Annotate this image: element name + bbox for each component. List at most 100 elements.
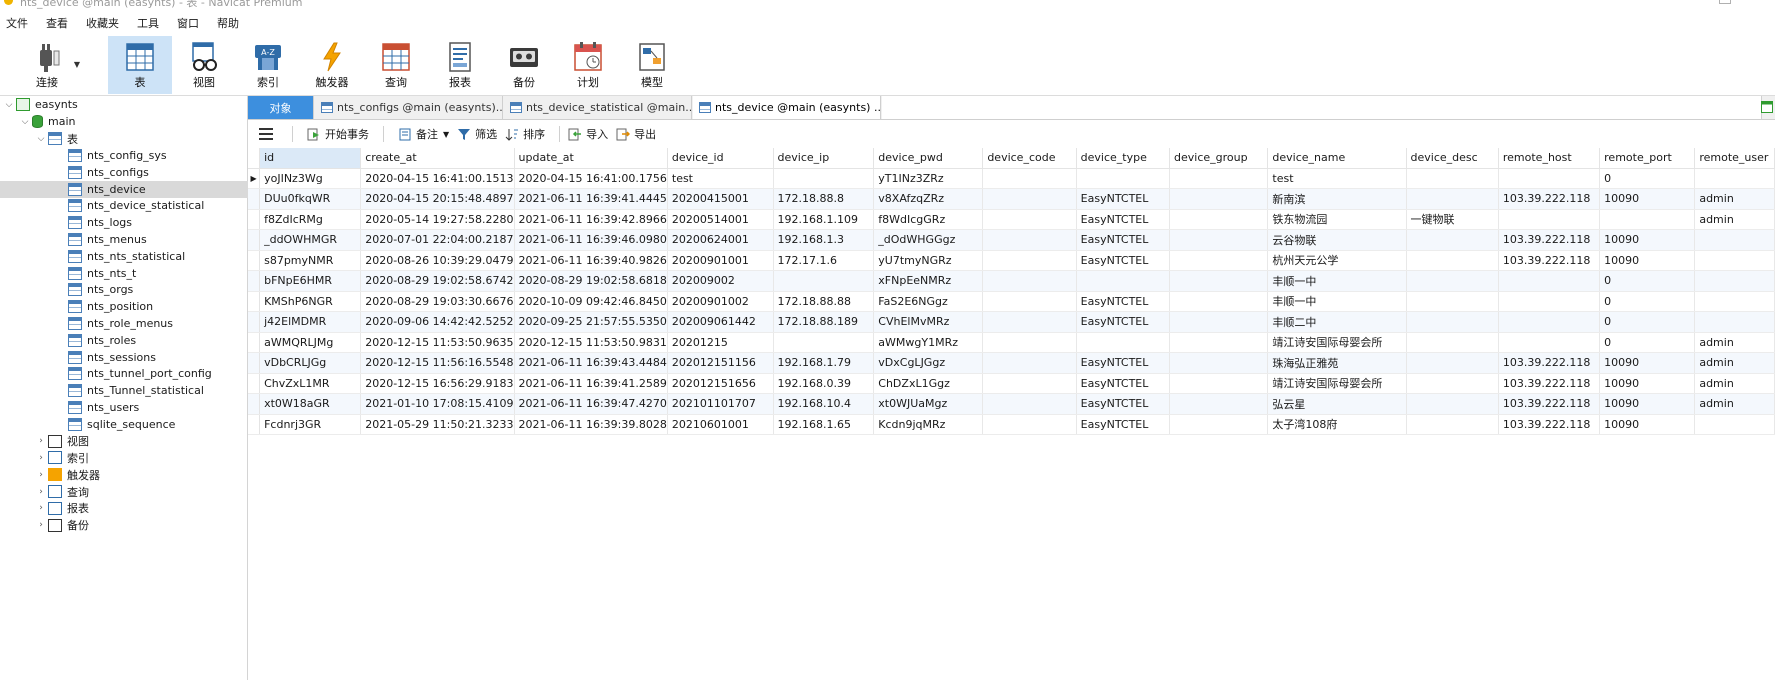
table-cell[interactable]: xt0WJUaMgz <box>873 393 984 415</box>
column-header[interactable]: create_at <box>360 148 515 169</box>
table-cell[interactable]: EasyNTCTEL <box>1076 229 1171 251</box>
table-cell[interactable]: 珠海弘正雅苑 <box>1267 352 1407 374</box>
table-cell[interactable] <box>1169 270 1269 292</box>
table-cell[interactable]: f8WdIcgGRz <box>873 209 984 230</box>
table-cell[interactable] <box>1169 414 1269 435</box>
table-cell[interactable]: aWMwgY1MRz <box>873 332 984 353</box>
column-header[interactable]: device_ip <box>773 148 875 169</box>
table-cell[interactable]: admin <box>1694 393 1775 415</box>
column-header[interactable]: id <box>259 148 362 169</box>
table-cell[interactable]: 2021-01-10 17:08:15.4109 <box>360 393 515 415</box>
table-cell[interactable]: 20201215 <box>667 332 774 353</box>
expand-toggle-icon[interactable]: › <box>36 503 46 513</box>
table-icon[interactable] <box>1761 101 1773 113</box>
table-cell[interactable]: 2021-06-11 16:39:46.0980 <box>514 229 668 251</box>
table-cell[interactable] <box>1694 291 1775 312</box>
table-cell[interactable] <box>1169 291 1269 312</box>
table-cell[interactable] <box>1169 250 1269 271</box>
sidebar-table-item[interactable]: nts_tunnel_port_config <box>0 365 248 382</box>
table-cell[interactable]: 103.39.222.118 <box>1498 393 1601 415</box>
table-row[interactable]: bFNpE6HMR 2020-08-29 19:02:58.6742 2020-08… <box>248 270 1775 292</box>
table-row[interactable]: f8ZdIcRMg 2020-05-14 19:27:58.2280 2021-06… <box>248 209 1775 230</box>
menu-file[interactable]: 文件 <box>4 15 38 31</box>
sidebar-table-item[interactable]: nts_users <box>0 399 248 416</box>
menu-favorites[interactable]: 收藏夹 <box>84 15 129 31</box>
table-cell[interactable]: 192.168.0.39 <box>773 373 875 394</box>
table-cell[interactable] <box>982 229 1077 251</box>
table-cell[interactable]: 10090 <box>1599 188 1696 210</box>
table-cell[interactable]: 太子湾108府 <box>1267 414 1407 435</box>
table-cell[interactable]: 202012151156 <box>667 352 774 374</box>
table-cell[interactable]: 0 <box>1599 332 1696 353</box>
table-cell[interactable] <box>1694 250 1775 271</box>
table-cell[interactable]: admin <box>1694 188 1775 210</box>
table-cell[interactable]: admin <box>1694 373 1775 394</box>
column-header[interactable]: device_pwd <box>873 148 984 169</box>
row-gutter[interactable] <box>248 270 261 292</box>
table-cell[interactable]: admin <box>1694 352 1775 374</box>
table-cell[interactable] <box>1169 373 1269 394</box>
expand-toggle-icon[interactable]: › <box>36 436 46 446</box>
table-cell[interactable]: 103.39.222.118 <box>1498 414 1601 435</box>
table-cell[interactable]: 2021-06-11 16:39:41.2589 <box>514 373 668 394</box>
column-header[interactable]: update_at <box>514 148 668 169</box>
table-cell[interactable] <box>982 250 1077 271</box>
table-cell[interactable]: 靖江诗安国际母婴会所 <box>1267 373 1407 394</box>
expand-toggle-icon[interactable]: › <box>36 470 46 480</box>
table-cell[interactable]: 2021-06-11 16:39:47.4270 <box>514 393 668 415</box>
table-cell[interactable] <box>982 332 1077 353</box>
table-cell[interactable] <box>982 393 1077 415</box>
table-row[interactable]: xt0W18aGR 2021-01-10 17:08:15.4109 2021-06… <box>248 393 1775 415</box>
table-cell[interactable]: xt0W18aGR <box>259 393 362 415</box>
table-cell[interactable]: test <box>667 168 774 189</box>
table-cell[interactable]: 丰顺一中 <box>1267 270 1407 292</box>
row-gutter[interactable] <box>248 414 261 435</box>
table-cell[interactable]: 2020-08-29 19:02:58.6818 <box>514 270 668 292</box>
schedule-button[interactable]: 计划 <box>556 36 620 94</box>
table-cell[interactable]: 2020-08-26 10:39:29.0479 <box>360 250 515 271</box>
table-cell[interactable] <box>1169 332 1269 353</box>
table-cell[interactable] <box>1406 414 1499 435</box>
table-cell[interactable]: 20200624001 <box>667 229 774 251</box>
tab-nts-configs[interactable]: nts_configs @main (easynts)... <box>315 96 503 119</box>
sidebar-table-item[interactable]: nts_configs <box>0 164 248 181</box>
trigger-button[interactable]: 触发器 <box>300 36 364 94</box>
table-cell[interactable]: KMShP6NGR <box>259 291 362 312</box>
table-cell[interactable] <box>1498 291 1601 312</box>
table-cell[interactable]: EasyNTCTEL <box>1076 209 1171 230</box>
table-cell[interactable]: 20200901002 <box>667 291 774 312</box>
column-header[interactable]: device_group <box>1169 148 1269 169</box>
table-cell[interactable]: 20200901001 <box>667 250 774 271</box>
table-cell[interactable]: Kcdn9jqMRz <box>873 414 984 435</box>
sort-button[interactable]: 排序 <box>505 126 545 142</box>
table-cell[interactable] <box>1498 270 1601 292</box>
tree-tables-group[interactable]: ⌵ 表 <box>0 130 248 147</box>
row-gutter[interactable] <box>248 291 261 312</box>
table-cell[interactable]: test <box>1267 168 1407 189</box>
table-cell[interactable]: 0 <box>1599 270 1696 292</box>
table-cell[interactable]: 192.168.1.3 <box>773 229 875 251</box>
sidebar-table-item[interactable]: nts_sessions <box>0 349 248 366</box>
table-cell[interactable] <box>982 188 1077 210</box>
table-cell[interactable] <box>1498 332 1601 353</box>
table-cell[interactable]: 20200514001 <box>667 209 774 230</box>
table-cell[interactable]: 103.39.222.118 <box>1498 250 1601 271</box>
table-cell[interactable] <box>1406 291 1499 312</box>
table-cell[interactable]: 2020-04-15 16:41:00.1513 <box>360 168 515 189</box>
table-cell[interactable]: EasyNTCTEL <box>1076 414 1171 435</box>
filter-button[interactable]: 筛选 <box>457 126 497 142</box>
report-button[interactable]: 报表 <box>428 36 492 94</box>
table-cell[interactable]: 杭州天元公学 <box>1267 250 1407 271</box>
table-cell[interactable]: admin <box>1694 332 1775 353</box>
row-gutter[interactable] <box>248 393 261 415</box>
table-cell[interactable] <box>1406 168 1499 189</box>
table-cell[interactable]: 2021-06-11 16:39:43.4484 <box>514 352 668 374</box>
table-cell[interactable]: yT1INz3ZRz <box>873 168 984 189</box>
table-cell[interactable]: vDbCRLJGg <box>259 352 362 374</box>
current-row-pointer-icon[interactable]: ▶ <box>248 168 261 189</box>
column-header[interactable]: remote_host <box>1498 148 1601 169</box>
table-row[interactable]: DUu0fkqWR 2020-04-15 20:15:48.4897 2021-06… <box>248 188 1775 210</box>
table-cell[interactable] <box>1406 352 1499 374</box>
sidebar-table-item[interactable]: nts_nts_statistical <box>0 248 248 265</box>
column-header[interactable]: remote_port <box>1599 148 1696 169</box>
